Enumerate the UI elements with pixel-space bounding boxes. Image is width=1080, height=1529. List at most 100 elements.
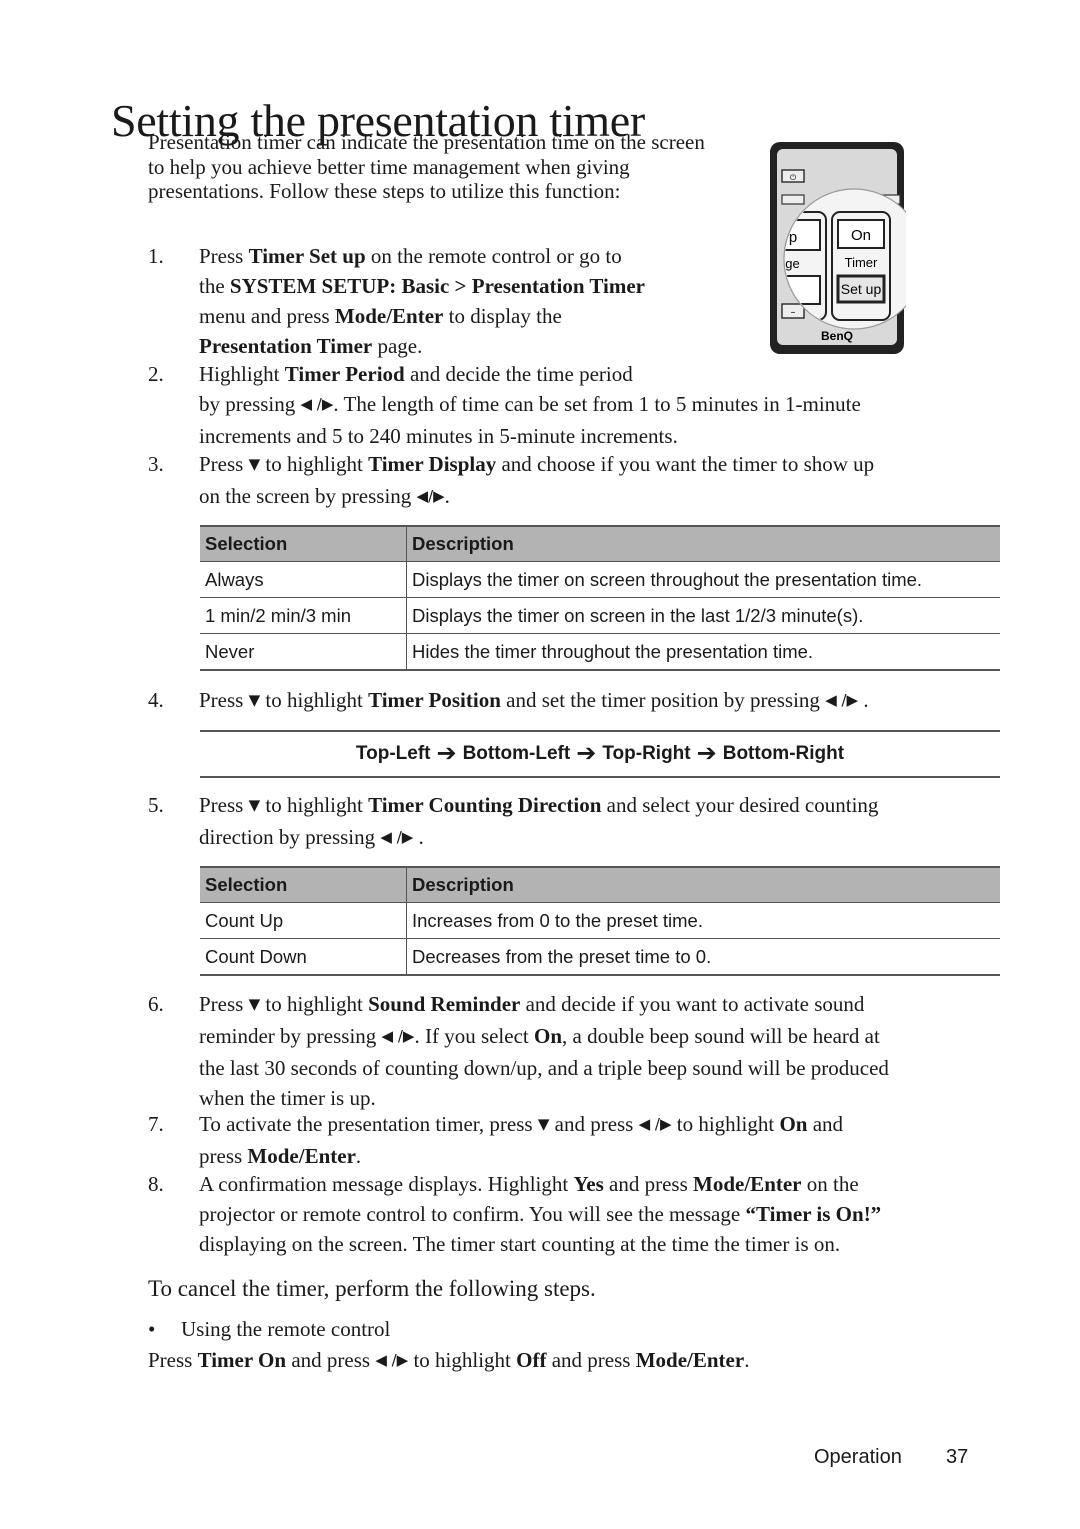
cancel-heading: To cancel the timer, perform the followi…: [148, 1276, 596, 1301]
text: the: [199, 274, 230, 298]
arrow-key-icon: ▼: [248, 455, 261, 473]
column-header: Description: [406, 525, 1000, 562]
arrow-key-icon: ◀/▶: [416, 487, 445, 505]
svg-text:⏻: ⏻: [790, 173, 797, 182]
bullet-icon: •: [148, 1317, 156, 1341]
arrow-key-icon: ▼: [248, 691, 261, 709]
text: press: [199, 1144, 248, 1168]
footer-section: Operation: [814, 1446, 902, 1468]
step-body: Press Timer Set up on the remote control…: [199, 241, 739, 361]
text: to highlight: [260, 793, 369, 817]
text: increments and 5 to 240 minutes in 5-min…: [199, 424, 678, 448]
arrow-key-icon: ▼: [248, 796, 261, 814]
text: and decide the time period: [404, 362, 633, 386]
text: .: [744, 1348, 750, 1372]
text: to highlight: [260, 992, 369, 1016]
position-option: Top-Left: [355, 743, 431, 764]
text: To activate the presentation timer, pres…: [199, 1112, 538, 1136]
text: projector or remote control to confirm. …: [199, 1202, 746, 1226]
arrow-key-icon: ▼: [248, 995, 261, 1013]
arrow-key-icon: ◀ /▶: [825, 691, 859, 709]
ui-term: Mode/Enter: [693, 1172, 802, 1196]
ui-term: On: [534, 1024, 563, 1048]
text: Press: [199, 452, 249, 476]
text: Press: [199, 992, 249, 1016]
text: on the screen by pressing: [199, 484, 417, 508]
text: .: [444, 484, 450, 508]
text: when the timer is up.: [199, 1086, 376, 1110]
text: A confirmation message displays. Highlig…: [199, 1172, 574, 1196]
ui-term: Mode/Enter: [247, 1144, 356, 1168]
ui-term: Timer Period: [284, 362, 405, 386]
step-body: A confirmation message displays. Highlig…: [199, 1169, 1019, 1259]
position-option: Bottom-Left: [462, 743, 571, 764]
right-arrow-icon: ➔: [576, 739, 597, 767]
ui-term: “Timer is On!”: [745, 1202, 882, 1226]
text: . The length of time can be set from 1 t…: [333, 392, 861, 416]
text: Press: [148, 1348, 198, 1372]
intro-paragraph: Presentation timer can indicate the pres…: [148, 130, 705, 203]
arrow-key-icon: ▼: [537, 1115, 550, 1133]
step-body: Press ▼ to highlight Timer Display and c…: [199, 449, 999, 513]
cancel-instruction: Press Timer On and press ◀ /▶ to highlig…: [148, 1345, 749, 1377]
table-row: Always Displays the timer on screen throu…: [200, 561, 1000, 598]
step-body: Press ▼ to highlight Sound Reminder and …: [199, 989, 1019, 1113]
step-body: Press ▼ to highlight Timer Counting Dire…: [199, 790, 999, 854]
ui-term: Sound Reminder: [368, 992, 521, 1016]
table-row: Never Hides the timer throughout the pres…: [200, 633, 1000, 671]
text: and decide if you want to activate sound: [520, 992, 865, 1016]
ui-term: Yes: [573, 1172, 604, 1196]
step-body: To activate the presentation timer, pres…: [199, 1109, 1019, 1171]
text: and press: [603, 1172, 694, 1196]
text: Highlight: [199, 362, 285, 386]
page-number: 37: [946, 1446, 969, 1468]
position-option: Top-Right: [602, 743, 691, 764]
text: to highlight: [408, 1348, 517, 1372]
step-body: Press ▼ to highlight Timer Position and …: [199, 685, 1019, 717]
timer-group-label: Timer: [845, 255, 878, 270]
column-header: Description: [406, 866, 1000, 903]
arrow-key-icon: ◀ /▶: [381, 1027, 415, 1045]
text: to highlight: [260, 688, 369, 712]
ui-term: On: [779, 1112, 808, 1136]
timer-position-sequence: Top-Left ➔ Bottom-Left ➔ Top-Right ➔ Bot…: [200, 730, 1000, 778]
position-option: Bottom-Right: [722, 743, 845, 764]
ui-term: Presentation Timer: [199, 334, 373, 358]
column-header: Selection: [200, 525, 407, 562]
text: reminder by pressing: [199, 1024, 382, 1048]
ui-term: Off: [516, 1348, 547, 1372]
counting-direction-table: Selection Description Count Up Increases …: [200, 866, 1000, 976]
timer-setup-label: Set up: [841, 281, 882, 297]
text: , a double beep sound will be heard at: [562, 1024, 880, 1048]
brand-logo: BenQ: [821, 329, 853, 343]
text: and: [807, 1112, 844, 1136]
text: and press: [549, 1112, 639, 1136]
text: direction by pressing: [199, 825, 381, 849]
text: Press: [199, 244, 249, 268]
text: to highlight: [671, 1112, 780, 1136]
text: .: [858, 688, 869, 712]
text: and select your desired counting: [601, 793, 879, 817]
text: . If you select: [414, 1024, 534, 1048]
text: on the remote control or go to: [365, 244, 622, 268]
ui-term: Timer Counting Direction: [368, 793, 602, 817]
text: on the: [801, 1172, 859, 1196]
ui-term: Mode/Enter: [334, 304, 444, 328]
text: page.: [372, 334, 423, 358]
text: by pressing: [199, 392, 301, 416]
timer-on-label: On: [851, 227, 871, 244]
ui-term: Mode/Enter: [635, 1348, 745, 1372]
text: and press: [286, 1348, 376, 1372]
text: Press: [199, 688, 249, 712]
ui-term: Timer Display: [368, 452, 497, 476]
text: to highlight: [260, 452, 369, 476]
text: Press: [199, 793, 249, 817]
arrow-key-icon: ◀ /▶: [638, 1115, 672, 1133]
table-row: Count Down Decreases from the preset time…: [200, 938, 1000, 976]
table-row: 1 min/2 min/3 min Displays the timer on s…: [200, 597, 1000, 634]
step-body: Highlight Timer Period and decide the ti…: [199, 359, 999, 451]
arrow-key-icon: ◀ /▶: [300, 395, 334, 413]
right-arrow-icon: ➔: [696, 739, 717, 767]
text: and press: [546, 1348, 636, 1372]
text: and set the timer position by pressing: [500, 688, 826, 712]
